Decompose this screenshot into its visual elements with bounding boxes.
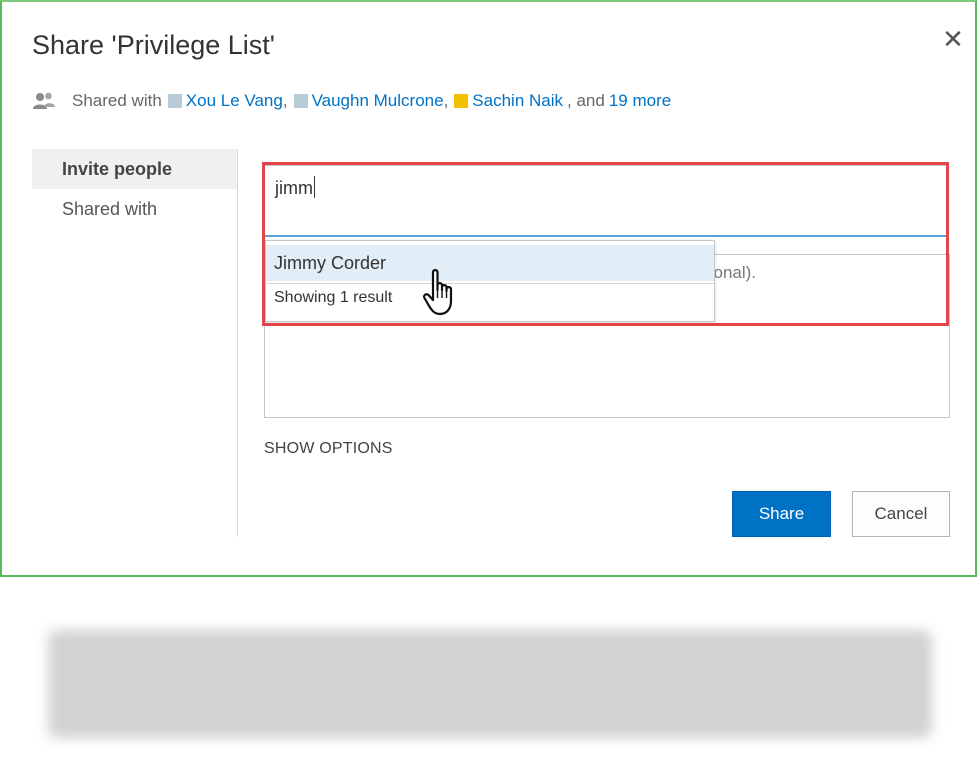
share-dialog: Share 'Privilege List' ✕ Shared with Xou… bbox=[0, 0, 977, 577]
separator: , bbox=[282, 91, 288, 110]
blurred-region bbox=[48, 630, 932, 738]
people-picker-suggestions: Jimmy Corder Showing 1 result bbox=[265, 240, 715, 322]
shared-person-link[interactable]: Vaughn Mulcrone bbox=[312, 91, 444, 111]
person-color-swatch bbox=[454, 94, 469, 108]
dialog-title: Share 'Privilege List' bbox=[32, 30, 275, 60]
shared-person-link[interactable]: Xou Le Vang bbox=[186, 91, 283, 111]
close-icon: ✕ bbox=[942, 24, 964, 54]
separator: , bbox=[443, 91, 449, 110]
suggestion-divider bbox=[266, 283, 714, 284]
people-icon bbox=[33, 92, 55, 109]
invite-input-text: jimm bbox=[275, 176, 315, 199]
more-people-link[interactable]: 19 more bbox=[609, 91, 671, 111]
and-text: , and bbox=[567, 91, 605, 110]
invite-input-value: jimm bbox=[275, 178, 313, 198]
person-color-swatch bbox=[293, 94, 308, 108]
result-count: Showing 1 result bbox=[274, 289, 393, 306]
person-color-swatch bbox=[167, 94, 182, 108]
text-caret bbox=[314, 176, 315, 198]
share-button[interactable]: Share bbox=[732, 491, 831, 537]
nav-divider bbox=[237, 149, 238, 537]
hand-cursor-icon bbox=[423, 269, 453, 316]
share-nav: Invite people Shared with bbox=[32, 149, 238, 229]
shared-person-link[interactable]: Sachin Naik bbox=[472, 91, 563, 111]
show-options-link[interactable]: SHOW OPTIONS bbox=[264, 440, 393, 458]
nav-item-invite-people[interactable]: Invite people bbox=[32, 149, 238, 189]
shared-with-summary: Shared with Xou Le Vang , Vaughn Mulcron… bbox=[32, 88, 671, 114]
shared-with-label: Shared with bbox=[72, 91, 162, 110]
suggestion-item[interactable]: Jimmy Corder bbox=[266, 245, 714, 281]
cancel-button[interactable]: Cancel bbox=[852, 491, 950, 537]
close-button[interactable]: ✕ bbox=[938, 24, 968, 54]
nav-item-shared-with[interactable]: Shared with bbox=[32, 189, 238, 229]
invite-people-input[interactable]: jimm bbox=[264, 165, 948, 237]
